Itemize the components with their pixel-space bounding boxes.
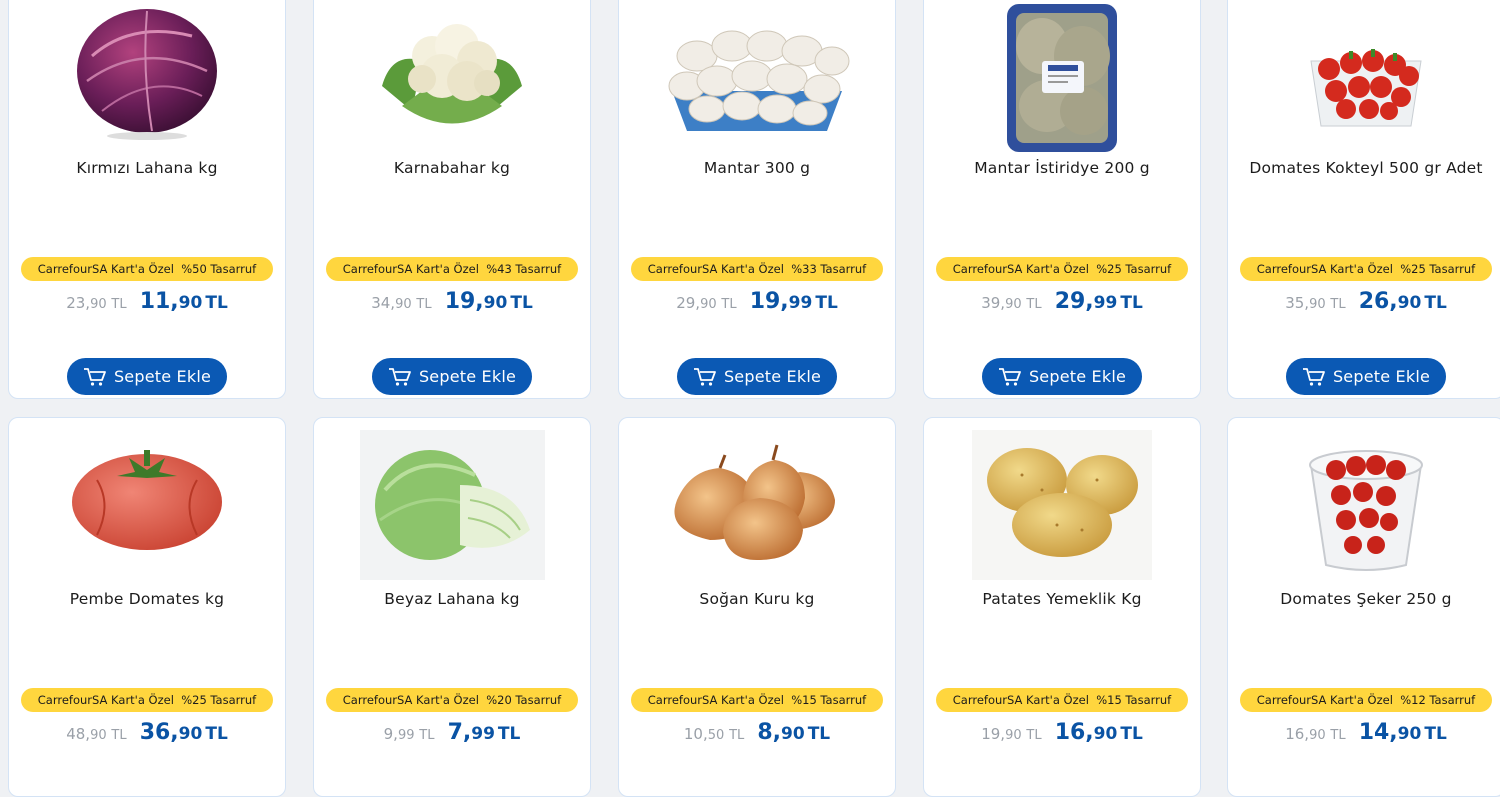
- discount-badge: CarrefourSA Kart'a Özel %20 Tasarruf: [326, 688, 578, 712]
- new-price: 26,90 TL: [1358, 289, 1447, 314]
- product-card[interactable]: Kırmızı Lahana kg CarrefourSA Kart'a Öze…: [8, 0, 286, 399]
- product-name[interactable]: Pembe Domates kg: [9, 590, 285, 608]
- potato-image[interactable]: [924, 430, 1200, 580]
- cart-icon: [83, 367, 106, 386]
- new-price: 29,99 TL: [1054, 289, 1143, 314]
- discount-badge: CarrefourSA Kart'a Özel %43 Tasarruf: [326, 257, 578, 281]
- old-price: 34,90 TL: [371, 294, 432, 312]
- add-to-cart-button[interactable]: Sepete Ekle: [1286, 358, 1446, 395]
- cart-icon: [693, 367, 716, 386]
- product-name[interactable]: Domates Şeker 250 g: [1228, 590, 1500, 608]
- product-name[interactable]: Patates Yemeklik Kg: [924, 590, 1200, 608]
- discount-badge: CarrefourSA Kart'a Özel %15 Tasarruf: [631, 688, 883, 712]
- product-name[interactable]: Mantar İstiridye 200 g: [924, 159, 1200, 177]
- discount-badge: CarrefourSA Kart'a Özel %25 Tasarruf: [1240, 257, 1492, 281]
- price-row: 23,90 TL 11,90 TL: [9, 289, 285, 314]
- product-card[interactable]: Domates Kokteyl 500 gr Adet CarrefourSA …: [1227, 0, 1500, 399]
- product-name[interactable]: Domates Kokteyl 500 gr Adet: [1228, 159, 1500, 177]
- old-price: 16,90 TL: [1285, 725, 1346, 743]
- price-row: 35,90 TL 26,90 TL: [1228, 289, 1500, 314]
- add-to-cart-label: Sepete Ekle: [1332, 367, 1431, 386]
- new-price: 11,90 TL: [139, 289, 228, 314]
- old-price: 35,90 TL: [1285, 294, 1346, 312]
- add-to-cart-button[interactable]: Sepete Ekle: [372, 358, 532, 395]
- new-price: 19,90 TL: [444, 289, 533, 314]
- product-name[interactable]: Soğan Kuru kg: [619, 590, 895, 608]
- product-card[interactable]: Mantar 300 g CarrefourSA Kart'a Özel %33…: [618, 0, 896, 399]
- discount-badge: CarrefourSA Kart'a Özel %50 Tasarruf: [21, 257, 273, 281]
- cocktail-tomato-image[interactable]: [1228, 1, 1500, 151]
- product-name[interactable]: Karnabahar kg: [314, 159, 590, 177]
- price-row: 9,99 TL 7,99 TL: [314, 720, 590, 745]
- old-price: 29,90 TL: [676, 294, 737, 312]
- product-name[interactable]: Beyaz Lahana kg: [314, 590, 590, 608]
- new-price: 14,90 TL: [1358, 720, 1447, 745]
- add-to-cart-button[interactable]: Sepete Ekle: [982, 358, 1142, 395]
- cart-icon: [1302, 367, 1325, 386]
- discount-badge: CarrefourSA Kart'a Özel %15 Tasarruf: [936, 688, 1188, 712]
- cherry-tomato-cup-image[interactable]: [1228, 430, 1500, 580]
- price-row: 39,90 TL 29,99 TL: [924, 289, 1200, 314]
- oyster-mushroom-pack-image[interactable]: [924, 1, 1200, 152]
- product-card[interactable]: Domates Şeker 250 g CarrefourSA Kart'a Ö…: [1227, 417, 1500, 797]
- old-price: 9,99 TL: [383, 725, 435, 743]
- product-card[interactable]: Pembe Domates kg CarrefourSA Kart'a Özel…: [8, 417, 286, 797]
- product-card[interactable]: Patates Yemeklik Kg CarrefourSA Kart'a Ö…: [923, 417, 1201, 797]
- new-price: 19,99 TL: [749, 289, 838, 314]
- old-price: 19,90 TL: [981, 725, 1042, 743]
- discount-badge: CarrefourSA Kart'a Özel %25 Tasarruf: [21, 688, 273, 712]
- product-card[interactable]: Karnabahar kg CarrefourSA Kart'a Özel %4…: [313, 0, 591, 399]
- add-to-cart-label: Sepete Ekle: [113, 367, 212, 386]
- cart-icon: [388, 367, 411, 386]
- add-to-cart-button[interactable]: Sepete Ekle: [67, 358, 227, 395]
- product-name[interactable]: Mantar 300 g: [619, 159, 895, 177]
- old-price: 10,50 TL: [683, 725, 745, 743]
- white-cabbage-image[interactable]: [314, 430, 590, 580]
- discount-badge: CarrefourSA Kart'a Özel %25 Tasarruf: [936, 257, 1188, 281]
- product-card[interactable]: Beyaz Lahana kg CarrefourSA Kart'a Özel …: [313, 417, 591, 797]
- discount-badge: CarrefourSA Kart'a Özel %12 Tasarruf: [1240, 688, 1492, 712]
- price-row: 29,90 TL 19,99 TL: [619, 289, 895, 314]
- old-price: 39,90 TL: [981, 294, 1042, 312]
- new-price: 8,90 TL: [757, 720, 831, 745]
- onion-image[interactable]: [619, 430, 895, 580]
- price-row: 19,90 TL 16,90 TL: [924, 720, 1200, 745]
- add-to-cart-label: Sepete Ekle: [1028, 367, 1127, 386]
- cart-icon: [998, 367, 1021, 386]
- old-price: 23,90 TL: [66, 294, 127, 312]
- mushroom-tray-image[interactable]: [619, 1, 895, 151]
- cauliflower-image[interactable]: [314, 1, 590, 151]
- discount-badge: CarrefourSA Kart'a Özel %33 Tasarruf: [631, 257, 883, 281]
- new-price: 16,90 TL: [1054, 720, 1143, 745]
- price-row: 16,90 TL 14,90 TL: [1228, 720, 1500, 745]
- add-to-cart-label: Sepete Ekle: [723, 367, 822, 386]
- price-row: 10,50 TL 8,90 TL: [619, 720, 895, 745]
- price-row: 34,90 TL 19,90 TL: [314, 289, 590, 314]
- new-price: 36,90 TL: [139, 720, 228, 745]
- new-price: 7,99 TL: [447, 720, 521, 745]
- red-cabbage-image[interactable]: [9, 1, 285, 151]
- product-card[interactable]: Mantar İstiridye 200 g CarrefourSA Kart'…: [923, 0, 1201, 399]
- pink-tomato-image[interactable]: [9, 430, 285, 580]
- old-price: 48,90 TL: [66, 725, 127, 743]
- product-name[interactable]: Kırmızı Lahana kg: [9, 159, 285, 177]
- add-to-cart-label: Sepete Ekle: [418, 367, 517, 386]
- add-to-cart-button[interactable]: Sepete Ekle: [677, 358, 837, 395]
- price-row: 48,90 TL 36,90 TL: [9, 720, 285, 745]
- product-card[interactable]: Soğan Kuru kg CarrefourSA Kart'a Özel %1…: [618, 417, 896, 797]
